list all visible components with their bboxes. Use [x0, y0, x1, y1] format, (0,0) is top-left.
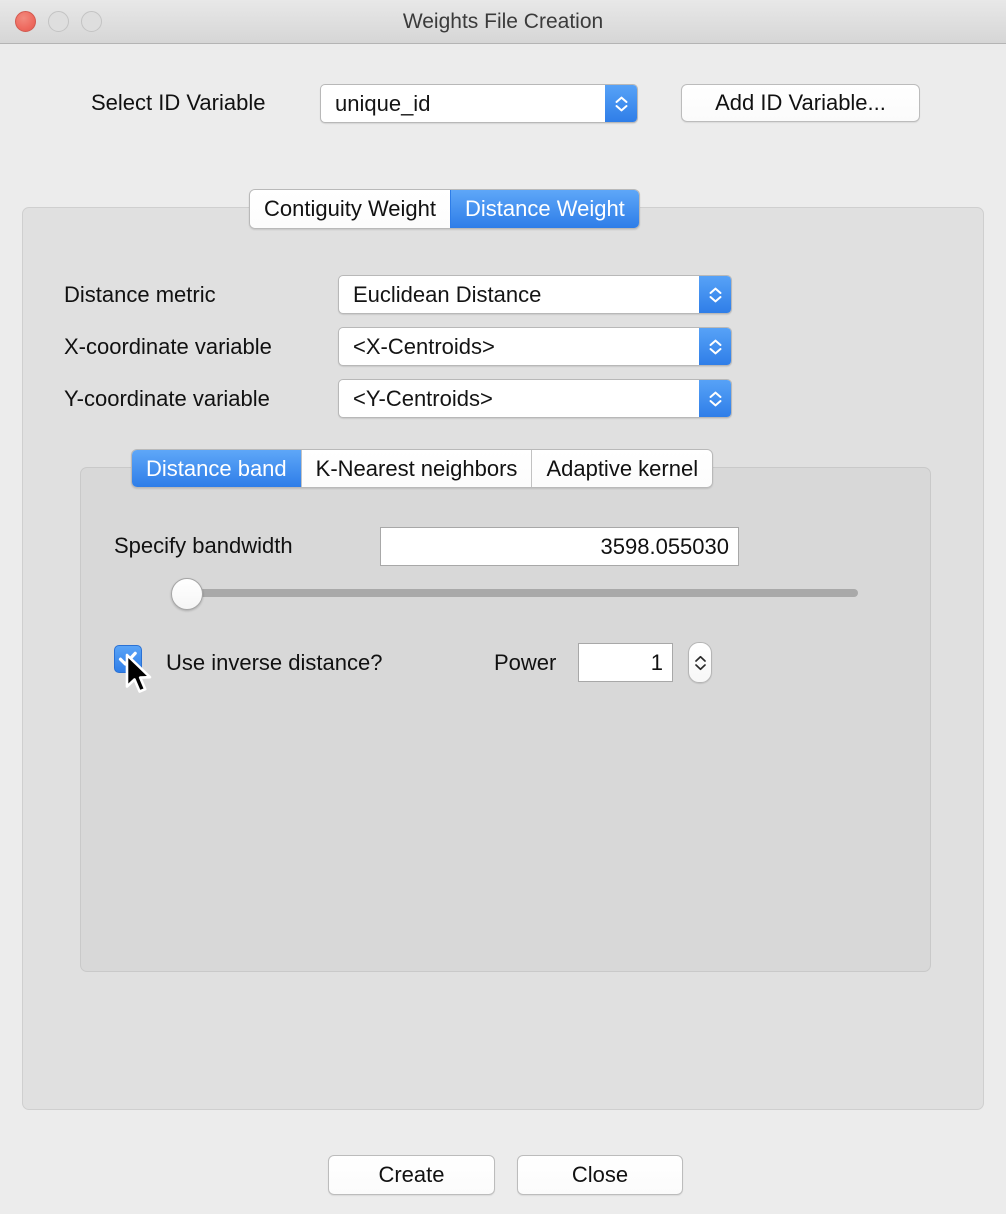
checkmark-icon	[118, 651, 137, 666]
select-id-variable-combobox[interactable]: unique_id	[320, 84, 638, 123]
bandwidth-input[interactable]: 3598.055030	[380, 527, 739, 566]
chevron-updown-icon[interactable]	[699, 328, 731, 365]
window-title: Weights File Creation	[402, 10, 604, 33]
weight-type-tabstrip: Contiguity Weight Distance Weight	[249, 189, 640, 229]
distance-metric-label: Distance metric	[64, 282, 216, 307]
chevron-up-icon[interactable]	[694, 655, 707, 663]
y-coordinate-variable-combobox[interactable]: <Y-Centroids>	[338, 379, 732, 418]
add-id-variable-button[interactable]: Add ID Variable...	[681, 84, 920, 122]
chevron-down-icon	[615, 104, 627, 111]
close-button[interactable]: Close	[517, 1155, 683, 1195]
chevron-down-icon[interactable]	[694, 663, 707, 671]
tab-distance-band[interactable]: Distance band	[132, 450, 301, 487]
window-titlebar: Weights File Creation	[0, 0, 1006, 44]
tab-distance-weight[interactable]: Distance Weight	[450, 190, 639, 228]
select-id-variable-value: unique_id	[335, 90, 431, 116]
chevron-up-icon	[709, 391, 721, 398]
chevron-up-icon	[709, 287, 721, 294]
power-stepper[interactable]	[688, 642, 712, 683]
create-button[interactable]: Create	[328, 1155, 495, 1195]
x-coordinate-variable-combobox[interactable]: <X-Centroids>	[338, 327, 732, 366]
tab-adaptive-kernel[interactable]: Adaptive kernel	[531, 450, 713, 487]
power-label: Power	[494, 650, 557, 675]
y-coordinate-variable-label: Y-coordinate variable	[64, 386, 270, 411]
tab-contiguity-weight[interactable]: Contiguity Weight	[250, 190, 451, 228]
power-input[interactable]: 1	[578, 643, 673, 682]
chevron-down-icon	[709, 399, 721, 406]
chevron-updown-icon[interactable]	[699, 276, 731, 313]
tab-k-nearest-neighbors[interactable]: K-Nearest neighbors	[300, 450, 532, 487]
distance-metric-combobox[interactable]: Euclidean Distance	[338, 275, 732, 314]
select-id-variable-label: Select ID Variable	[91, 90, 266, 115]
chevron-up-icon	[709, 339, 721, 346]
bandwidth-slider-thumb[interactable]	[171, 578, 203, 610]
specify-bandwidth-label: Specify bandwidth	[114, 533, 293, 558]
distance-method-tabstrip: Distance band K-Nearest neighbors Adapti…	[131, 449, 714, 488]
y-coordinate-variable-value: <Y-Centroids>	[353, 385, 493, 411]
chevron-updown-icon[interactable]	[699, 380, 731, 417]
use-inverse-distance-checkbox[interactable]	[114, 645, 142, 673]
chevron-up-icon	[615, 96, 627, 103]
use-inverse-distance-label: Use inverse distance?	[166, 650, 383, 675]
x-coordinate-variable-value: <X-Centroids>	[353, 333, 495, 359]
chevron-down-icon	[709, 295, 721, 302]
chevron-updown-icon[interactable]	[605, 85, 637, 122]
bandwidth-slider-track[interactable]	[187, 589, 858, 597]
x-coordinate-variable-label: X-coordinate variable	[64, 334, 272, 359]
chevron-down-icon	[709, 347, 721, 354]
distance-metric-value: Euclidean Distance	[353, 281, 542, 307]
